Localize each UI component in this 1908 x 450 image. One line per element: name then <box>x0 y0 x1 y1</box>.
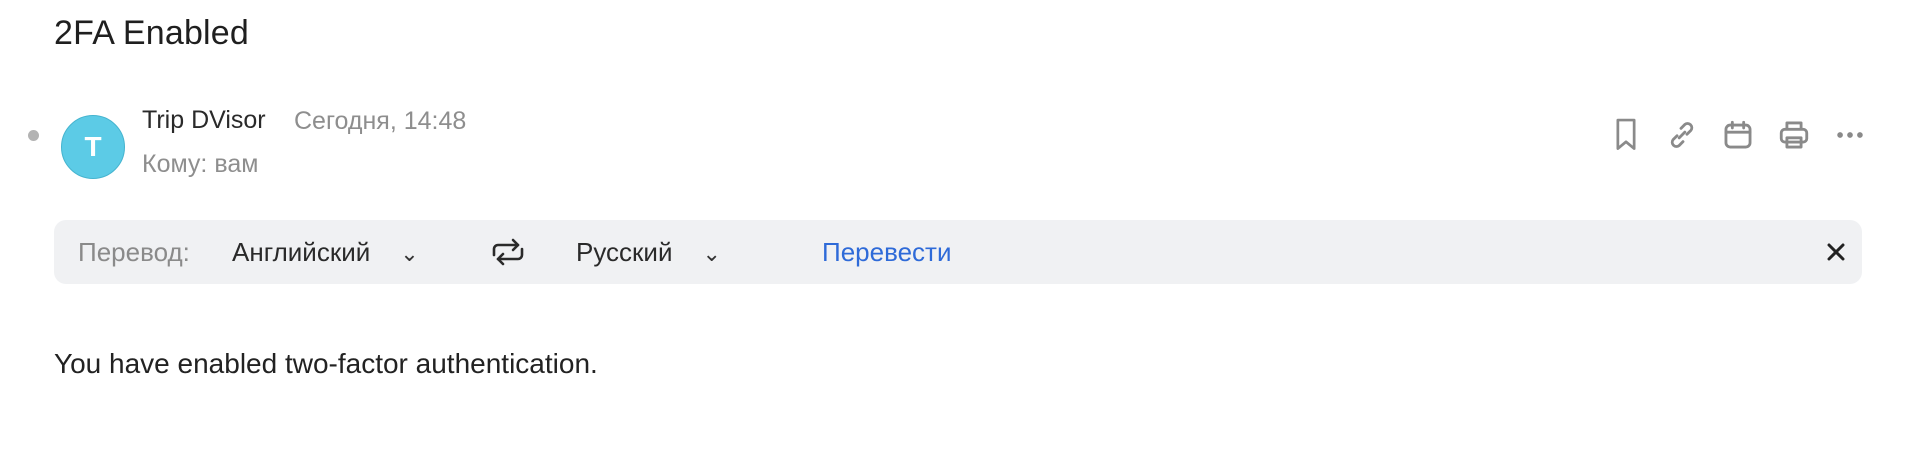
print-icon <box>1779 121 1809 149</box>
bookmark-button[interactable] <box>1608 114 1644 156</box>
calendar-button[interactable] <box>1720 114 1756 156</box>
translate-button[interactable]: Перевести <box>822 220 951 284</box>
bookmark-icon <box>1616 118 1636 150</box>
translation-label: Перевод: <box>78 236 190 267</box>
target-language-label: Русский <box>576 236 673 267</box>
source-language-label: Английский <box>232 236 371 267</box>
calendar-icon <box>1724 120 1752 149</box>
print-button[interactable] <box>1776 114 1812 156</box>
chevron-down-icon: ⌄ <box>702 241 721 266</box>
email-toolbar <box>1608 114 1868 156</box>
swap-languages-button[interactable] <box>490 220 526 284</box>
swap-icon <box>492 238 524 266</box>
copy-link-button[interactable] <box>1664 114 1700 156</box>
sender-avatar[interactable]: T <box>61 115 125 179</box>
translation-bar: Перевод: Английский ⌄ Русский ⌄ Перевест… <box>54 220 1862 284</box>
email-body: You have enabled two-factor authenticati… <box>54 348 598 379</box>
sender-name[interactable]: Trip DVisor <box>142 106 266 135</box>
close-icon <box>1827 243 1845 261</box>
avatar-initial: T <box>84 131 102 162</box>
email-date: Сегодня, 14:48 <box>294 107 467 135</box>
target-language-select[interactable]: Русский ⌄ <box>576 220 721 284</box>
unread-indicator[interactable] <box>28 130 39 141</box>
link-icon <box>1670 122 1694 148</box>
close-translation-button[interactable] <box>1826 220 1846 284</box>
more-button[interactable] <box>1832 114 1868 156</box>
more-icon <box>1837 132 1863 138</box>
source-language-select[interactable]: Английский ⌄ <box>232 220 419 284</box>
recipient-line: Кому: вам <box>142 150 259 178</box>
chevron-down-icon: ⌄ <box>400 241 419 266</box>
email-subject: 2FA Enabled <box>54 14 250 52</box>
